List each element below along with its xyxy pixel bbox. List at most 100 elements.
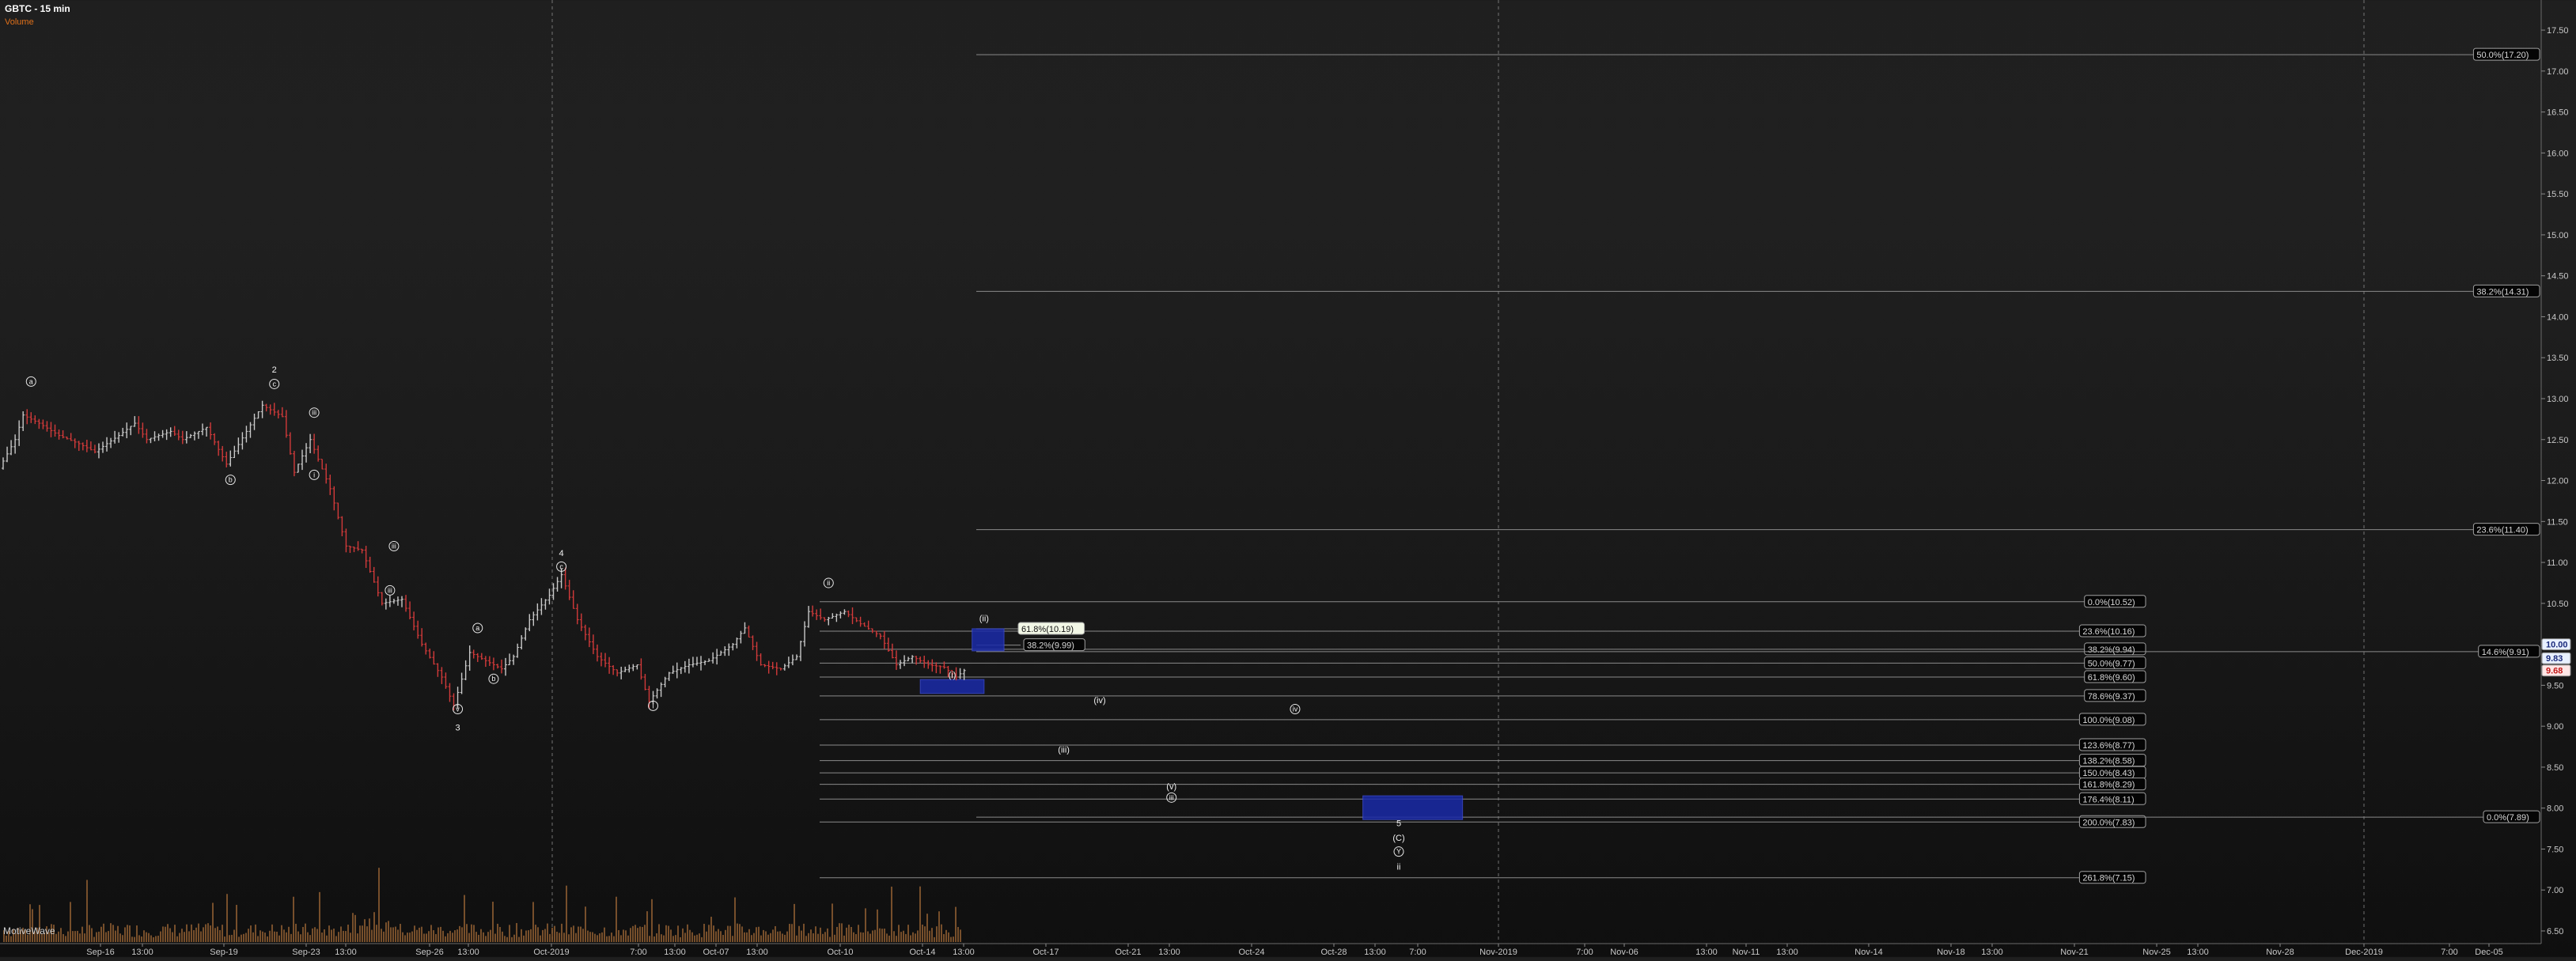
volume-bar (672, 936, 674, 942)
wave-label-text: iii (392, 542, 396, 550)
volume-bar (874, 929, 876, 942)
wave-label-text: iii (1169, 793, 1174, 801)
volume-bar (850, 926, 852, 942)
volume-bar (580, 926, 581, 942)
fib-level-label-text: 0.0%(10.52) (2088, 598, 2135, 607)
x-tick-label: Sep-16 (86, 948, 114, 957)
x-tick-label: 13:00 (1981, 948, 2003, 957)
volume-bar (858, 925, 859, 942)
volume-bar (684, 933, 686, 942)
volume-bar (789, 924, 790, 942)
volume-bar (568, 934, 570, 942)
volume-bar (212, 902, 214, 942)
volume-bar (839, 923, 840, 942)
volume-bar (466, 924, 468, 942)
price-chart[interactable]: 0.0%(10.52)23.6%(10.16)38.2%(9.94)50.0%(… (0, 0, 2576, 957)
volume-bar (262, 931, 263, 942)
volume-bar (582, 929, 584, 942)
volume-bar (276, 931, 278, 942)
volume-bar (656, 933, 657, 942)
volume-bar (926, 914, 928, 942)
volume-bar (860, 932, 862, 942)
volume-bar (786, 931, 788, 942)
volume-bar (822, 933, 824, 942)
volume-bar (319, 891, 320, 942)
price-bars (2, 400, 966, 711)
volume-bar (430, 925, 432, 942)
y-tick-label: 11.50 (2547, 517, 2568, 527)
chart-area[interactable]: 0.0%(10.52) 23.6%(10.16) 38.2%(9.94) 50.0%(… (0, 0, 2576, 957)
volume-bar (748, 929, 750, 942)
x-tick-label: Oct-14 (909, 948, 935, 957)
x-tick-label: 7:00 (1576, 948, 1593, 957)
volume-bar (813, 933, 814, 942)
volume-bar (447, 933, 449, 942)
volume-bar (143, 930, 145, 942)
volume-bar (297, 931, 299, 942)
x-tick-label: Oct-10 (827, 948, 853, 957)
fib-ext-label-text: 50.0%(17.20) (2476, 51, 2529, 60)
volume-bar (608, 936, 610, 942)
volume-bar (63, 933, 64, 942)
volume-bar (646, 911, 648, 942)
volume-bar (338, 932, 339, 942)
volume-bar (91, 928, 93, 942)
volume-bar (231, 934, 233, 942)
volume-bar (523, 935, 525, 942)
volume-bar (81, 926, 83, 942)
volume-bar (703, 923, 705, 942)
fib-short-label-text: 38.2%(9.99) (1027, 641, 1074, 651)
box-5 (1362, 795, 1464, 820)
volume-bar (316, 929, 318, 942)
volume-bar (400, 924, 401, 942)
volume-bar (829, 936, 831, 942)
volume-bar (734, 897, 736, 942)
volume-bar (884, 929, 885, 942)
box-ii (972, 628, 1005, 652)
volume-bar (751, 935, 752, 942)
wave-label-text: 3 (455, 723, 460, 732)
volume-bar (452, 933, 453, 942)
volume-bar (343, 930, 344, 942)
volume-bar (193, 930, 195, 942)
x-tick-label: 7:00 (630, 948, 646, 957)
wave-label-text: b (491, 675, 495, 683)
volume-bar (55, 933, 57, 942)
fib-level-label: 161.8%(8.29) (2078, 778, 2146, 791)
volume-bar (532, 902, 534, 942)
fib-level-label-text: 161.8%(8.29) (2082, 781, 2135, 790)
y-tick-label: 15.00 (2547, 231, 2569, 240)
volume-bar (174, 925, 176, 942)
x-tick-label: Dec-2019 (2345, 948, 2383, 957)
volume-bar (127, 925, 128, 942)
volume-bar (278, 935, 280, 942)
volume-bar (853, 932, 854, 942)
volume-bar (763, 929, 764, 942)
fib-level-label-text: 261.8%(7.15) (2082, 874, 2135, 883)
wave-label: (C) (1392, 834, 1404, 843)
wave-label-text: iv (1293, 706, 1298, 713)
fib-level-label: 176.4%(8.11) (2078, 792, 2146, 805)
volume-bar (494, 933, 496, 942)
y-tick-label: 15.50 (2547, 190, 2569, 199)
volume-bar (727, 925, 729, 942)
last-price-box: 9.83 (2541, 652, 2571, 664)
volume-bar (670, 929, 672, 942)
volume-bar (191, 924, 192, 942)
volume-bar (236, 905, 237, 942)
volume-bar (295, 923, 297, 942)
volume-bar (333, 929, 335, 942)
volume-bar (642, 927, 643, 942)
volume-bar (907, 925, 909, 942)
time-axis: Sep-16 13:00 Sep-19 Sep-23 13:00 Sep-26 13:00 O… (0, 943, 2541, 957)
wave-label-text: (C) (1392, 834, 1404, 843)
volume-bar (407, 933, 408, 942)
volume-bar (210, 925, 211, 942)
volume-bar (668, 925, 669, 942)
wave-label-text: c (272, 380, 276, 388)
volume-bar (815, 926, 816, 942)
fib-ext-label: 23.6%(11.40) (2472, 523, 2540, 536)
volume-bar (70, 902, 71, 942)
volume-bar (848, 925, 850, 942)
volume-bar (290, 933, 292, 942)
